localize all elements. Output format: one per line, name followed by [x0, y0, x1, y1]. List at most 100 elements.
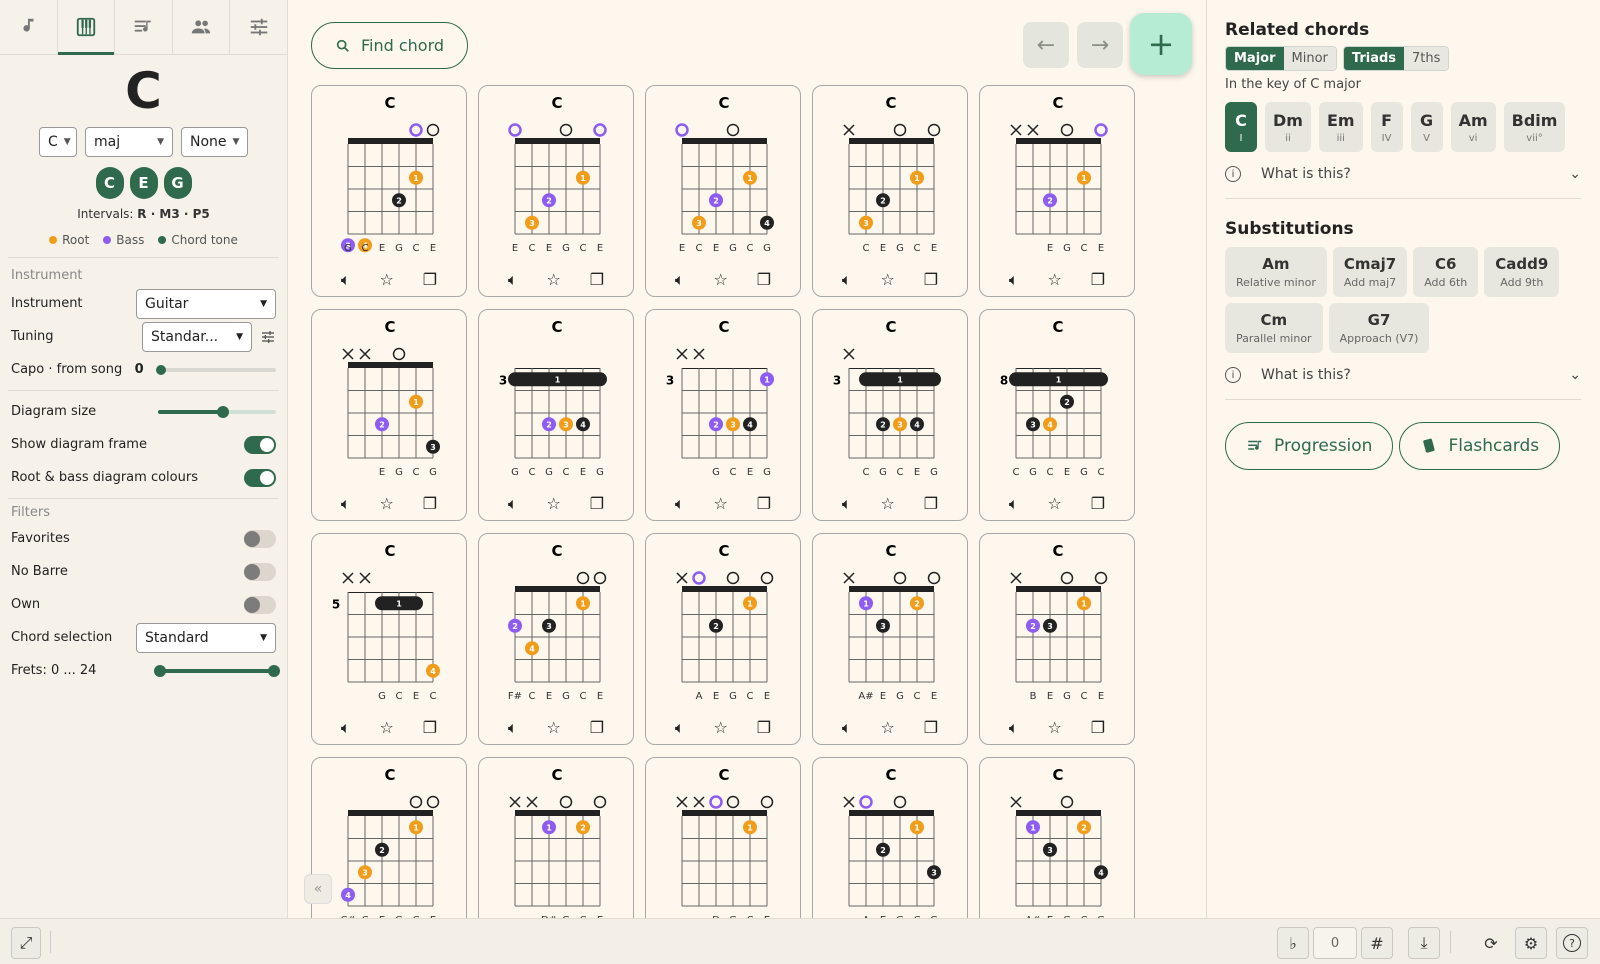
degree-chord-em[interactable]: Em iii: [1318, 102, 1363, 152]
degree-chord-bdim[interactable]: Bdim vii°: [1503, 102, 1566, 152]
star-icon[interactable]: ☆: [713, 494, 727, 514]
speaker-icon[interactable]: 🔈︎: [341, 718, 351, 738]
tuning-select[interactable]: Standar... ▼: [142, 321, 252, 352]
tab-chords[interactable]: [57, 0, 116, 55]
speaker-icon[interactable]: 🔈︎: [842, 270, 852, 290]
copy-icon[interactable]: ❐: [423, 270, 437, 290]
instrument-select[interactable]: Guitar ▼: [136, 288, 276, 319]
copy-icon[interactable]: ❐: [924, 718, 938, 738]
speaker-icon[interactable]: 🔈︎: [842, 494, 852, 514]
flashcards-button[interactable]: Flashcards: [1399, 422, 1561, 470]
chord-diagram-card[interactable]: C 1 2 3 B E G C E 🔈︎ ☆ ❐: [979, 533, 1135, 745]
chord-diagram-card[interactable]: C1234A#EGCG🔈︎☆❐: [979, 757, 1135, 918]
find-chord-button[interactable]: Find chord: [311, 22, 468, 69]
collapse-panel-button[interactable]: «: [304, 874, 332, 904]
speaker-icon[interactable]: 🔈︎: [675, 718, 685, 738]
add-button[interactable]: +: [1130, 13, 1192, 75]
quality-select[interactable]: maj ▼: [85, 127, 173, 157]
frets-max-knob[interactable]: [268, 664, 280, 677]
tab-minor[interactable]: Minor: [1283, 47, 1336, 70]
copy-icon[interactable]: ❐: [590, 270, 604, 290]
chord-diagram-card[interactable]: C 1 2 3 C E G C E 🔈︎ ☆ ❐: [812, 85, 968, 297]
copy-icon[interactable]: ❐: [590, 718, 604, 738]
degree-chord-f[interactable]: F IV: [1370, 102, 1403, 152]
chord-diagram-card[interactable]: C1DGCE🔈︎☆❐: [645, 757, 801, 918]
no-barre-toggle[interactable]: [244, 562, 276, 581]
chord-selection-select[interactable]: Standard ▼: [136, 622, 276, 653]
copy-icon[interactable]: ❐: [757, 270, 771, 290]
speaker-icon[interactable]: 🔈︎: [675, 494, 685, 514]
download-button[interactable]: ⤓: [1408, 927, 1440, 959]
substitution-cadd9[interactable]: Cadd9 Add 9th: [1484, 247, 1560, 297]
sharp-button[interactable]: #: [1361, 927, 1393, 959]
copy-icon[interactable]: ❐: [757, 718, 771, 738]
chord-diagram-card[interactable]: C 1 2 E G C E 🔈︎ ☆ ❐: [979, 85, 1135, 297]
star-icon[interactable]: ☆: [1047, 494, 1061, 514]
diagram-size-knob[interactable]: [216, 405, 229, 418]
speaker-icon[interactable]: 🔈︎: [1009, 270, 1019, 290]
note-pill[interactable]: C: [95, 167, 124, 199]
star-icon[interactable]: ☆: [880, 270, 894, 290]
chord-diagram-card[interactable]: C 1 2 A E G C E 🔈︎ ☆ ❐: [645, 533, 801, 745]
tab-triads[interactable]: Triads: [1343, 47, 1405, 70]
star-icon[interactable]: ☆: [713, 718, 727, 738]
show-frame-toggle[interactable]: [244, 435, 276, 454]
speaker-icon[interactable]: 🔈︎: [341, 270, 351, 290]
copy-icon[interactable]: ❐: [423, 494, 437, 514]
star-icon[interactable]: ☆: [713, 270, 727, 290]
star-icon[interactable]: ☆: [880, 494, 894, 514]
copy-icon[interactable]: ❐: [757, 494, 771, 514]
bass-select[interactable]: None ▼: [181, 127, 248, 157]
speaker-icon[interactable]: 🔈︎: [1009, 718, 1019, 738]
chord-diagram-card[interactable]: C 1 2 3 4 E C E G C G 🔈︎ ☆ ❐: [645, 85, 801, 297]
capo-slider[interactable]: [156, 364, 276, 375]
root-select[interactable]: C ▼: [39, 127, 77, 157]
substitution-cm[interactable]: Cm Parallel minor: [1225, 303, 1323, 353]
frets-min-knob[interactable]: [154, 664, 166, 677]
tab-playlists[interactable]: [115, 0, 173, 54]
tab-settings[interactable]: [230, 0, 287, 54]
capo-knob[interactable]: [156, 364, 166, 375]
chord-diagram-card[interactable]: C1234C#CEGCE🔈︎☆❐: [311, 757, 467, 918]
copy-icon[interactable]: ❐: [590, 494, 604, 514]
copy-icon[interactable]: ❐: [1091, 718, 1105, 738]
subs-what-is-this[interactable]: i What is this? ⌄: [1225, 367, 1581, 383]
chord-diagram-card[interactable]: C 3 1 2 3 4 G C E G 🔈︎ ☆ ❐: [645, 309, 801, 521]
speaker-icon[interactable]: 🔈︎: [842, 718, 852, 738]
speaker-icon[interactable]: 🔈︎: [1009, 494, 1019, 514]
settings-button[interactable]: ⚙: [1515, 927, 1547, 959]
star-icon[interactable]: ☆: [546, 718, 560, 738]
star-icon[interactable]: ☆: [880, 718, 894, 738]
star-icon[interactable]: ☆: [379, 718, 393, 738]
chord-diagram-card[interactable]: C123AEGCG🔈︎☆❐: [812, 757, 968, 918]
star-icon[interactable]: ☆: [1047, 270, 1061, 290]
tune-settings-icon[interactable]: [260, 329, 276, 345]
star-icon[interactable]: ☆: [546, 270, 560, 290]
copy-icon[interactable]: ❐: [924, 494, 938, 514]
degree-chord-g[interactable]: GV: [1410, 102, 1443, 152]
degree-chord-am[interactable]: Am vi: [1450, 102, 1496, 152]
chord-diagram-card[interactable]: C 1 2 3 A# E G C E 🔈︎ ☆ ❐: [812, 533, 968, 745]
copy-icon[interactable]: ❐: [1091, 270, 1105, 290]
progression-button[interactable]: Progression: [1225, 422, 1394, 470]
copy-icon[interactable]: ❐: [423, 718, 437, 738]
flat-button[interactable]: ♭: [1277, 927, 1309, 959]
chord-diagram-card[interactable]: C 5 1 4 G C E C 🔈︎ ☆ ❐: [311, 533, 467, 745]
diagram-size-slider[interactable]: [158, 405, 276, 418]
substitution-c6[interactable]: C6 Add 6th: [1413, 247, 1479, 297]
chord-diagram-card[interactable]: C 3 1 2 3 4 G C G C E G 🔈︎ ☆ ❐: [478, 309, 634, 521]
tab-7ths[interactable]: 7ths: [1404, 47, 1449, 70]
chord-diagram-card[interactable]: C 1 2 3 4 G C E G C E 🔈︎ ☆ ❐: [311, 85, 467, 297]
favorites-toggle[interactable]: [244, 529, 276, 548]
own-toggle[interactable]: [244, 595, 276, 614]
star-icon[interactable]: ☆: [1047, 718, 1061, 738]
tab-people[interactable]: [173, 0, 231, 54]
degree-chord-c[interactable]: CI: [1225, 102, 1257, 152]
speaker-icon[interactable]: 🔈︎: [675, 270, 685, 290]
substitution-am[interactable]: Am Relative minor: [1225, 247, 1327, 297]
speaker-icon[interactable]: 🔈︎: [508, 718, 518, 738]
degree-chord-dm[interactable]: Dm ii: [1265, 102, 1311, 152]
tab-songs[interactable]: [0, 0, 58, 54]
chord-diagram-card[interactable]: C 3 1 2 3 4 C G C E G 🔈︎ ☆ ❐: [812, 309, 968, 521]
chord-diagram-card[interactable]: C 1 2 3 E G C G 🔈︎ ☆ ❐: [311, 309, 467, 521]
